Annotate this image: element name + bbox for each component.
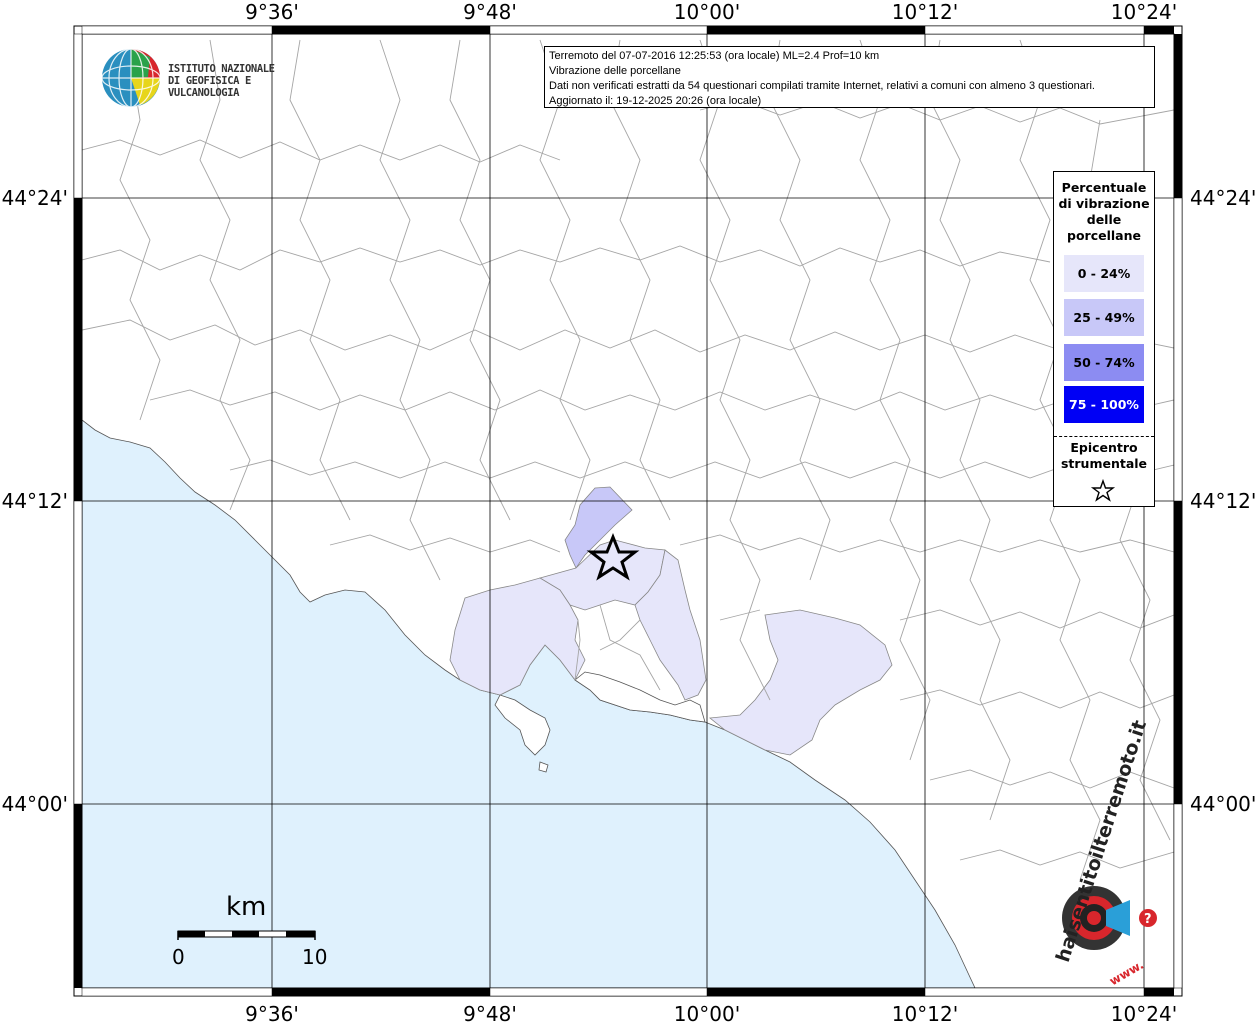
legend-title-line: porcellane bbox=[1067, 228, 1141, 243]
lat-tick-right: 44°24' bbox=[1190, 186, 1256, 210]
legend-class-50-74: 50 - 74% bbox=[1064, 344, 1144, 381]
legend-title-line: Percentuale bbox=[1061, 180, 1147, 195]
legend-epicenter-line: strumentale bbox=[1060, 456, 1148, 471]
legend-separator bbox=[1054, 436, 1154, 437]
legend-class-75-100: 75 - 100% bbox=[1064, 386, 1144, 423]
legend-class-0-24: 0 - 24% bbox=[1064, 255, 1144, 292]
lat-tick-left: 44°24' bbox=[1, 186, 68, 210]
lon-tick-top: 9°48' bbox=[463, 0, 517, 24]
legend-epicenter-title: Epicentro strumentale bbox=[1054, 440, 1154, 472]
lat-tick-left: 44°00' bbox=[1, 792, 68, 816]
scale-max: 10 bbox=[302, 945, 328, 969]
info-line-2: Vibrazione delle porcellane bbox=[549, 65, 681, 77]
lat-tick-right: 44°00' bbox=[1190, 792, 1256, 816]
scale-unit: km bbox=[226, 892, 267, 922]
info-box: Terremoto del 07-07-2016 12:25:53 (ora l… bbox=[544, 46, 1155, 108]
info-line-1: Terremoto del 07-07-2016 12:25:53 (ora l… bbox=[549, 50, 880, 62]
lon-tick-bottom: 10°00' bbox=[673, 1002, 741, 1026]
scale-min: 0 bbox=[172, 945, 185, 969]
lon-tick-bottom: 10°24' bbox=[1110, 1002, 1178, 1026]
star-outline-icon bbox=[1090, 478, 1116, 502]
legend: Percentuale di vibrazione delle porcella… bbox=[1053, 171, 1155, 507]
info-line-4: Aggiornato il: 19-12-2025 20:26 (ora loc… bbox=[549, 95, 762, 107]
lon-tick-bottom: 9°48' bbox=[463, 1002, 517, 1026]
legend-epicenter-line: Epicentro bbox=[1070, 440, 1138, 455]
legend-title: Percentuale di vibrazione delle porcella… bbox=[1054, 180, 1154, 244]
lon-tick-bottom: 9°36' bbox=[245, 1002, 299, 1026]
lon-tick-top: 10°12' bbox=[891, 0, 959, 24]
info-line-3: Dati non verificati estratti da 54 quest… bbox=[549, 80, 1095, 92]
svg-text:?: ? bbox=[1144, 912, 1152, 927]
lat-tick-right: 44°12' bbox=[1190, 489, 1256, 513]
lon-tick-bottom: 10°12' bbox=[891, 1002, 959, 1026]
lon-tick-top: 10°24' bbox=[1110, 0, 1178, 24]
hsit-logo: ? haisentitoilterremoto.it www. bbox=[1030, 718, 1170, 988]
globe-icon bbox=[101, 48, 161, 108]
ingv-logo: ISTITUTO NAZIONALE DI GEOFISICA E VULCAN… bbox=[100, 46, 320, 110]
lon-tick-top: 9°36' bbox=[245, 0, 299, 24]
lon-tick-top: 10°00' bbox=[673, 0, 741, 24]
lat-tick-left: 44°12' bbox=[1, 489, 68, 513]
ingv-line1: ISTITUTO NAZIONALE bbox=[168, 63, 275, 75]
legend-class-25-49: 25 - 49% bbox=[1064, 299, 1144, 336]
legend-title-line: di vibrazione bbox=[1058, 196, 1150, 211]
scale-bar: km 0 10 bbox=[160, 890, 340, 970]
ingv-line2: DI GEOFISICA E VULCANOLOGIA bbox=[168, 75, 251, 99]
legend-title-line: delle bbox=[1086, 212, 1122, 227]
